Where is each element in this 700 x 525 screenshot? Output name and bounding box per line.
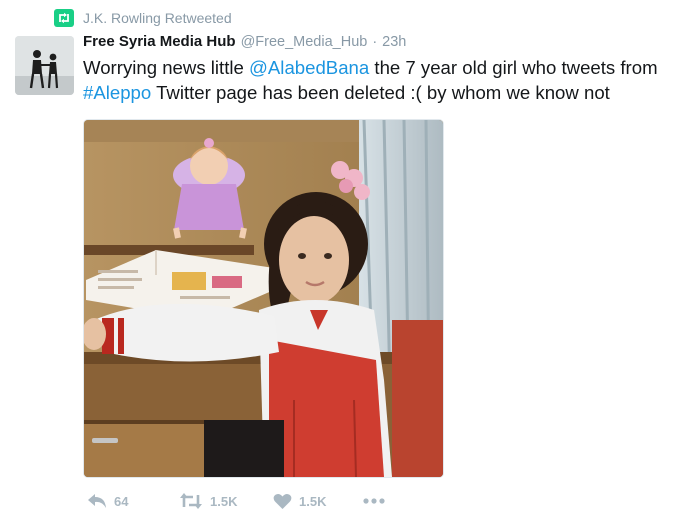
reply-icon [87, 492, 107, 510]
like-count: 1.5K [299, 493, 327, 509]
like-button[interactable]: 1.5K [273, 493, 363, 510]
mention-link[interactable]: @AlabedBana [249, 57, 369, 78]
more-button[interactable] [363, 497, 385, 505]
retweet-context-label: J.K. Rowling Retweeted [83, 10, 232, 26]
tweet-text: Worrying news little @AlabedBana the 7 y… [83, 56, 689, 105]
tweet-header: Free Syria Media Hub @Free_Media_Hub · 2… [83, 33, 406, 55]
hashtag-link[interactable]: #Aleppo [83, 82, 151, 103]
tweet-text-part: Twitter page has been deleted :( by whom… [151, 81, 610, 103]
reply-count: 64 [114, 493, 129, 509]
tweet-text-part: the 7 year old girl who tweets from [369, 57, 658, 78]
tweet-actions: 64 1.5K 1.5K [87, 490, 385, 512]
avatar[interactable] [15, 36, 74, 95]
tweet-photo[interactable] [83, 119, 444, 478]
reply-button[interactable]: 64 [87, 492, 179, 510]
header-separator: · [372, 34, 378, 50]
retweet-icon [179, 492, 203, 510]
more-icon [363, 497, 385, 505]
retweet-context[interactable]: J.K. Rowling Retweeted [54, 8, 232, 28]
retweet-count: 1.5K [210, 493, 238, 509]
author-handle[interactable]: @Free_Media_Hub [241, 34, 368, 50]
retweet-icon [54, 9, 74, 27]
heart-icon [273, 493, 292, 510]
author-name[interactable]: Free Syria Media Hub [83, 33, 236, 50]
tweet-timestamp[interactable]: 23h [382, 34, 406, 50]
tweet-text-part: Worrying news little [83, 57, 250, 78]
retweet-button[interactable]: 1.5K [179, 492, 273, 510]
